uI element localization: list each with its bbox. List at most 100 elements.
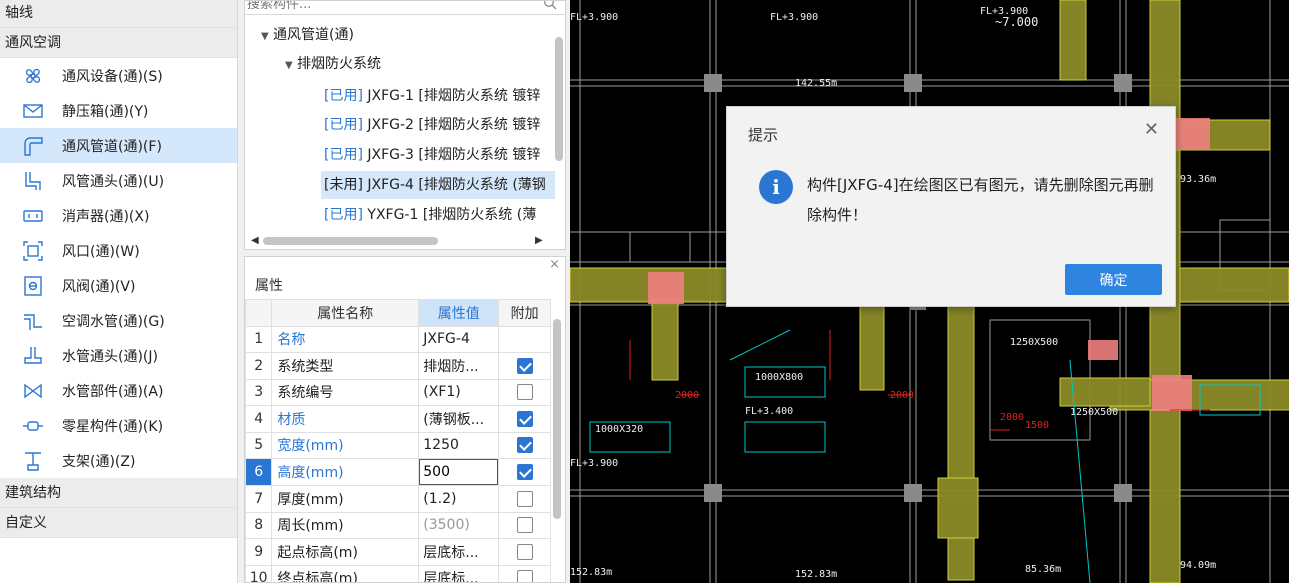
- misc-component-icon: [20, 415, 46, 437]
- property-name: 宽度(mm): [271, 431, 420, 459]
- table-row[interactable]: 4 材质 (薄钢板...: [245, 405, 551, 433]
- sidebar-item-label: 风管通头(通)(U): [62, 173, 165, 190]
- sidebar-item-silencer[interactable]: 消声器(通)(X): [0, 198, 237, 233]
- drawing-label: FL+3.900: [770, 12, 818, 23]
- tree-node-root[interactable]: ▼ 通风管道(通): [245, 21, 354, 49]
- drawing-label: FL+3.900: [980, 6, 1028, 17]
- table-row[interactable]: 8 周长(mm) (3500): [245, 511, 551, 539]
- property-vertical-scrollbar[interactable]: [553, 319, 561, 519]
- search-input[interactable]: [247, 1, 537, 15]
- property-value[interactable]: (3500): [418, 511, 500, 539]
- sidebar-item-label: 水管通头(通)(J): [62, 348, 158, 365]
- table-row[interactable]: 2 系统类型 排烟防...: [245, 352, 551, 380]
- sidebar-item-duct-fitting[interactable]: 风管通头(通)(U): [0, 163, 237, 198]
- close-icon[interactable]: ×: [549, 257, 560, 272]
- table-row[interactable]: 6 高度(mm): [245, 458, 551, 486]
- sidebar-item-bracket[interactable]: 支架(通)(Z): [0, 443, 237, 478]
- table-row[interactable]: 5 宽度(mm) 1250: [245, 431, 551, 459]
- tree-item-selected[interactable]: [未用] JXFG-4 [排烟防火系统 (薄钢: [321, 171, 555, 199]
- sidebar-item-air-outlet[interactable]: 风口(通)(W): [0, 233, 237, 268]
- tree-vertical-scrollbar[interactable]: [555, 37, 563, 161]
- tree-item[interactable]: [已用] JXFG-2 [排烟防火系统 镀锌: [245, 111, 540, 139]
- category-header-hvac[interactable]: 通风空调: [0, 28, 237, 58]
- extra-checkbox[interactable]: [516, 357, 533, 374]
- row-index: 1: [245, 325, 273, 353]
- table-row[interactable]: 9 起点标高(m) 层底标...: [245, 538, 551, 566]
- extra-checkbox[interactable]: [516, 384, 533, 401]
- extra-checkbox[interactable]: [516, 490, 533, 507]
- table-row[interactable]: 7 厚度(mm) (1.2): [245, 485, 551, 513]
- sidebar-item-pipe-component[interactable]: 水管部件(通)(A): [0, 373, 237, 408]
- silencer-icon: [20, 205, 46, 227]
- category-header-structure[interactable]: 建筑结构: [0, 478, 237, 508]
- extra-cell: [498, 485, 551, 513]
- sidebar-item-duct[interactable]: 通风管道(通)(F): [0, 128, 237, 163]
- plenum-box-icon: [20, 100, 46, 122]
- drawing-label: 1500: [1025, 420, 1049, 431]
- sidebar-item-label: 消声器(通)(X): [62, 208, 150, 225]
- extra-checkbox[interactable]: [516, 517, 533, 534]
- tree-item[interactable]: [已用] JXFG-1 [排烟防火系统 镀锌: [245, 82, 540, 110]
- scroll-left-arrow-icon[interactable]: ◀: [251, 235, 259, 246]
- ok-button[interactable]: 确定: [1065, 264, 1162, 295]
- category-sidebar: 轴线 通风空调 通风设备(通)(S) 静压箱(通)(Y) 通风管道(通)(F) …: [0, 0, 238, 583]
- prompt-dialog: 提示 ✕ i 构件[JXFG-4]在绘图区已有图元，请先删除图元再删除构件！ 确…: [726, 106, 1176, 307]
- property-value[interactable]: (薄钢板...: [418, 405, 500, 433]
- sidebar-item-plenum-box[interactable]: 静压箱(通)(Y): [0, 93, 237, 128]
- property-value[interactable]: (XF1): [418, 378, 500, 406]
- sidebar-item-ventilation-equipment[interactable]: 通风设备(通)(S): [0, 58, 237, 93]
- column-header-name[interactable]: 属性名称: [271, 299, 420, 327]
- tree-item[interactable]: [已用] JXFG-3 [排烟防火系统 镀锌: [245, 141, 540, 169]
- property-value[interactable]: 排烟防...: [418, 352, 500, 380]
- extra-cell: [498, 458, 551, 486]
- property-value[interactable]: 层底标...: [418, 538, 500, 566]
- scroll-right-arrow-icon[interactable]: ▶: [535, 235, 543, 246]
- search-box: [245, 0, 565, 15]
- search-icon[interactable]: [543, 0, 557, 10]
- property-value-input[interactable]: [419, 459, 498, 485]
- collapse-arrow-icon[interactable]: ▼: [261, 23, 273, 51]
- extra-cell: [498, 431, 551, 459]
- tree-horizontal-scrollbar[interactable]: [263, 237, 438, 245]
- close-icon[interactable]: ✕: [1144, 119, 1159, 140]
- table-row[interactable]: 1 名称 JXFG-4: [245, 325, 551, 353]
- category-header-custom[interactable]: 自定义: [0, 508, 237, 538]
- sidebar-item-label: 风阀(通)(V): [62, 278, 136, 295]
- drawing-label: 94.09m: [1180, 560, 1216, 571]
- property-value[interactable]: (1.2): [418, 485, 500, 513]
- drawing-label: ~7.000: [995, 15, 1038, 29]
- drawing-label: 2000: [675, 390, 699, 401]
- extra-cell: [498, 405, 551, 433]
- extra-cell: [498, 352, 551, 380]
- extra-checkbox[interactable]: [516, 464, 533, 480]
- extra-checkbox[interactable]: [516, 570, 533, 582]
- sidebar-item-misc-component[interactable]: 零星构件(通)(K): [0, 408, 237, 443]
- tree-node-group[interactable]: ▼ 排烟防火系统: [245, 50, 381, 78]
- extra-checkbox[interactable]: [516, 437, 533, 454]
- drawing-label: 1000X800: [755, 372, 803, 383]
- column-header-value[interactable]: 属性值: [418, 299, 500, 327]
- sidebar-item-air-valve[interactable]: 风阀(通)(V): [0, 268, 237, 303]
- property-value[interactable]: [418, 458, 500, 486]
- collapse-arrow-icon[interactable]: ▼: [285, 52, 297, 80]
- tree-item[interactable]: [已用] YXFG-1 [排烟防火系统 (薄: [245, 201, 536, 229]
- extra-cell: [498, 564, 551, 582]
- sidebar-item-label: 水管部件(通)(A): [62, 383, 164, 400]
- row-index: 7: [245, 485, 273, 513]
- drawing-label: 142.55m: [795, 78, 837, 89]
- extra-checkbox[interactable]: [516, 410, 533, 427]
- duct-fitting-icon: [20, 170, 46, 192]
- sidebar-item-pipe-fitting[interactable]: 水管通头(通)(J): [0, 338, 237, 373]
- column-header-extra[interactable]: 附加: [498, 299, 551, 327]
- extra-checkbox[interactable]: [516, 543, 533, 560]
- property-value[interactable]: JXFG-4: [418, 325, 500, 353]
- property-value[interactable]: 1250: [418, 431, 500, 459]
- table-row[interactable]: 3 系统编号 (XF1): [245, 378, 551, 406]
- extra-cell: [498, 378, 551, 406]
- sidebar-item-ac-water-pipe[interactable]: 空调水管(通)(G): [0, 303, 237, 338]
- table-row[interactable]: 10 终点标高(m) 层底标...: [245, 564, 551, 582]
- category-header-axis[interactable]: 轴线: [0, 0, 237, 28]
- property-value[interactable]: 层底标...: [418, 564, 500, 582]
- component-tree-panel: ▼通风管道(通) ▼排烟防火系统 [已用] JXFG-1 [排烟防火系统 镀锌 …: [244, 0, 566, 250]
- row-index: 3: [245, 378, 273, 406]
